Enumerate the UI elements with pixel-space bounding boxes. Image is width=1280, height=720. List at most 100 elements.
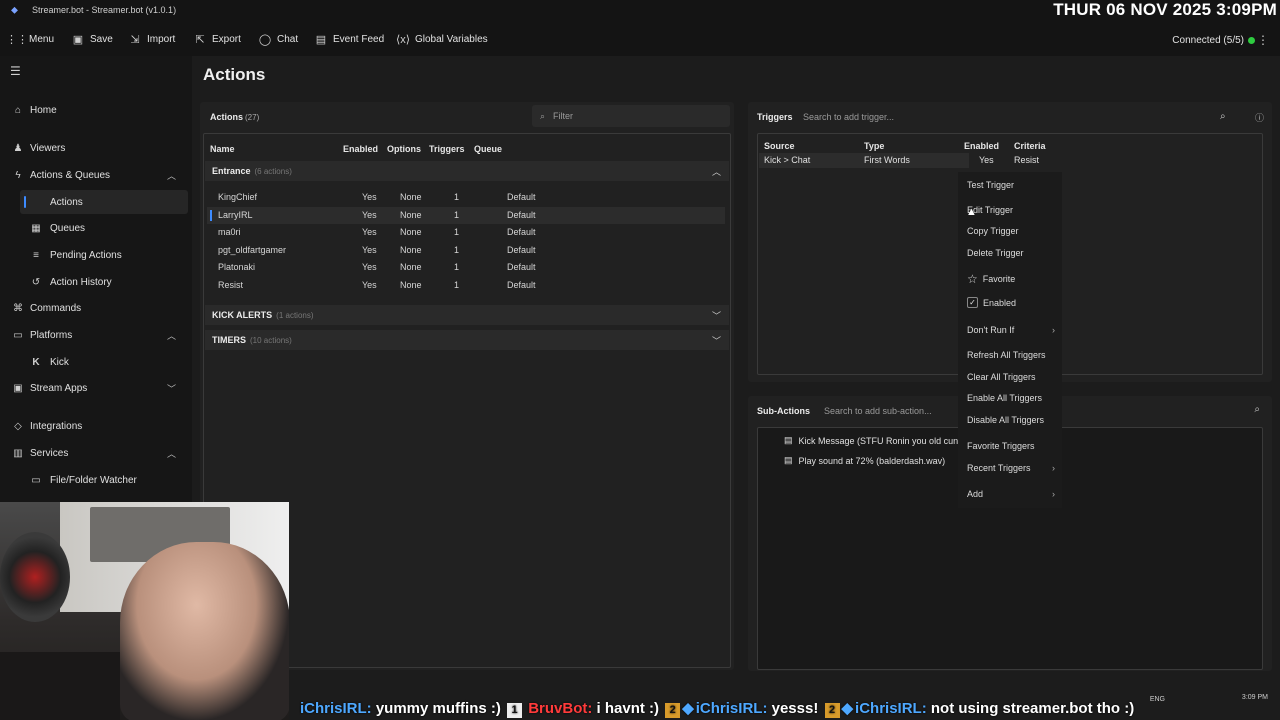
actions-heading: Actions (27)	[210, 112, 260, 122]
ticker-user: BruvBot:	[528, 700, 593, 717]
menu-item-dont-run-if[interactable]: Don't Run If ›	[967, 325, 1059, 335]
export-icon: ⇱	[195, 33, 205, 46]
menu-item-add[interactable]: Add ›	[967, 489, 1059, 499]
menu-item-delete-trigger[interactable]: Delete Trigger	[967, 248, 1059, 258]
tray-clock[interactable]: 3:09 PM	[1242, 693, 1268, 702]
global-variables-button[interactable]: ⟨x⟩ Global Variables	[395, 30, 488, 48]
chevron-up-icon: ︿	[711, 166, 721, 177]
chevron-up-icon: ︿	[166, 170, 176, 181]
column-header-name[interactable]: Name	[210, 144, 235, 154]
menu-item-enable-all-triggers[interactable]: Enable All Triggers	[967, 393, 1059, 403]
hamburger-icon[interactable]: ☰	[10, 64, 21, 78]
table-row[interactable]: KingChief Yes None 1 Default	[207, 189, 717, 206]
sidebar-item-viewers[interactable]: ♟ Viewers	[0, 136, 190, 160]
menu-item-copy-trigger[interactable]: Copy Trigger	[967, 226, 1059, 236]
gem-icon: ◆	[841, 700, 854, 717]
sidebar-item-actions-queues[interactable]: ϟ Actions & Queues ︿	[0, 163, 190, 187]
sidebar-item-services[interactable]: ▥ Services ︿	[0, 441, 190, 465]
table-row[interactable]: Platonaki Yes None 1 Default	[207, 259, 717, 276]
menu-item-favorite-triggers[interactable]: Favorite Triggers	[967, 441, 1059, 451]
chevron-up-icon: ︿	[166, 448, 176, 459]
subaction-search-input[interactable]: Search to add sub-action...	[824, 406, 932, 416]
search-icon[interactable]: ⌕	[1254, 404, 1260, 415]
column-header-criteria[interactable]: Criteria	[1014, 141, 1046, 151]
menu-item-enabled[interactable]: ✓ Enabled	[967, 297, 1059, 308]
commands-icon: ⌘	[13, 302, 23, 314]
app-logo-icon: ⬥	[11, 5, 18, 16]
status-dot-icon	[1248, 37, 1255, 44]
ticker-message: not using streamer.bot tho :)	[930, 700, 1135, 717]
table-row[interactable]: pgt_oldfartgamer Yes None 1 Default	[207, 242, 717, 259]
column-header-triggers[interactable]: Triggers	[429, 144, 465, 154]
trigger-criteria: Resist	[1014, 155, 1040, 165]
menu-button[interactable]: ⋮⋮ Menu	[6, 30, 54, 48]
triggers-heading: Triggers	[757, 112, 793, 122]
menu-item-refresh-all-triggers[interactable]: Refresh All Triggers	[967, 350, 1059, 360]
table-row[interactable]: Resist Yes None 1 Default	[207, 277, 717, 294]
overlay-clock: THUR 06 NOV 2025 3:09PM	[1053, 0, 1277, 19]
menu-item-recent-triggers[interactable]: Recent Triggers ›	[967, 463, 1059, 473]
chevron-up-icon: ︿	[166, 330, 176, 341]
star-icon: ☆	[967, 272, 978, 286]
variables-icon: ⟨x⟩	[395, 33, 411, 46]
menu-item-edit-trigger[interactable]: Edit Trigger	[967, 205, 1059, 215]
webcam-overlay	[0, 502, 289, 720]
sidebar-item-queues[interactable]: ▦ Queues	[0, 216, 190, 240]
trigger-search-input[interactable]: Search to add trigger...	[803, 107, 1231, 127]
sidebar-item-commands[interactable]: ⌘ Commands	[0, 296, 190, 320]
sidebar-item-pending-actions[interactable]: ≡ Pending Actions	[0, 243, 190, 267]
sidebar-item-kick[interactable]: K Kick	[0, 350, 190, 374]
list-item[interactable]: ▤ Kick Message (STFU Ronin you old cunt)	[784, 435, 964, 446]
import-button[interactable]: ⇲ Import	[129, 30, 175, 48]
column-header-queue[interactable]: Queue	[474, 144, 502, 154]
list-item[interactable]: ▤ Play sound at 72% (balderdash.wav)	[784, 455, 945, 466]
sidebar-item-platforms[interactable]: ▭ Platforms ︿	[0, 323, 190, 347]
chevron-down-icon: ﹀	[166, 383, 176, 394]
feed-icon: ▤	[315, 33, 327, 46]
chat-button[interactable]: ◯ Chat	[259, 30, 298, 48]
filter-input[interactable]: ⌕ Filter	[532, 105, 730, 127]
menu-item-disable-all-triggers[interactable]: Disable All Triggers	[967, 415, 1059, 425]
sidebar-item-actions[interactable]: Actions	[20, 190, 188, 214]
search-icon[interactable]: ⌕	[1220, 111, 1226, 122]
column-header-options[interactable]: Options	[387, 144, 421, 154]
column-header-enabled[interactable]: Enabled	[964, 141, 999, 151]
table-row-selected[interactable]: LarryIRL Yes None 1 Default	[207, 207, 725, 224]
export-button[interactable]: ⇱ Export	[194, 30, 241, 48]
ticker-badge: 1	[507, 703, 523, 718]
trigger-type: First Words	[864, 155, 910, 165]
event-feed-button[interactable]: ▤ Event Feed	[315, 30, 384, 48]
chevron-right-icon: ›	[1052, 489, 1055, 499]
platforms-icon: ▭	[13, 329, 23, 341]
group-row-timers[interactable]: TIMERS (10 actions) ﹀	[205, 330, 729, 350]
sidebar-item-file-folder-watcher[interactable]: ▭ File/Folder Watcher	[0, 468, 190, 492]
import-icon: ⇲	[130, 33, 140, 46]
page-title: Actions	[203, 65, 266, 84]
ticker-message: yesss!	[771, 700, 819, 717]
table-row[interactable]: ma0ri Yes None 1 Default	[207, 224, 717, 241]
column-header-type[interactable]: Type	[864, 141, 884, 151]
column-header-enabled[interactable]: Enabled	[343, 144, 378, 154]
group-row-entrance[interactable]: Entrance (6 actions) ︿	[205, 161, 729, 181]
sidebar-item-action-history[interactable]: ↺ Action History	[0, 270, 190, 294]
connection-status[interactable]: Connected (5/5)	[1172, 35, 1244, 46]
sidebar-item-home[interactable]: ⌂ Home	[0, 98, 190, 122]
group-row-kick-alerts[interactable]: KICK ALERTS (1 actions) ﹀	[205, 305, 729, 325]
column-header-source[interactable]: Source	[764, 141, 795, 151]
folder-icon: ▭	[31, 474, 41, 486]
ticker-user: iChrisIRL:	[300, 700, 372, 717]
integrations-icon: ◇	[14, 420, 22, 432]
menu-item-test-trigger[interactable]: Test Trigger	[967, 180, 1059, 190]
info-icon[interactable]: ⓘ	[1255, 111, 1264, 124]
message-icon: ▤	[784, 435, 793, 445]
webcam-dartboard	[0, 532, 70, 622]
queue-icon: ▦	[31, 222, 41, 234]
menu-item-clear-all-triggers[interactable]: Clear All Triggers	[967, 372, 1059, 382]
menu-item-favorite[interactable]: ☆ Favorite	[967, 272, 1059, 286]
sidebar-item-integrations[interactable]: ◇ Integrations	[0, 414, 190, 438]
viewers-icon: ♟	[13, 142, 23, 154]
save-button[interactable]: ▣ Save	[72, 30, 113, 48]
sidebar-item-stream-apps[interactable]: ▣ Stream Apps ﹀	[0, 376, 190, 400]
tray-language[interactable]: ENG	[1150, 696, 1165, 703]
more-options-icon[interactable]: ⋮	[1257, 33, 1269, 47]
